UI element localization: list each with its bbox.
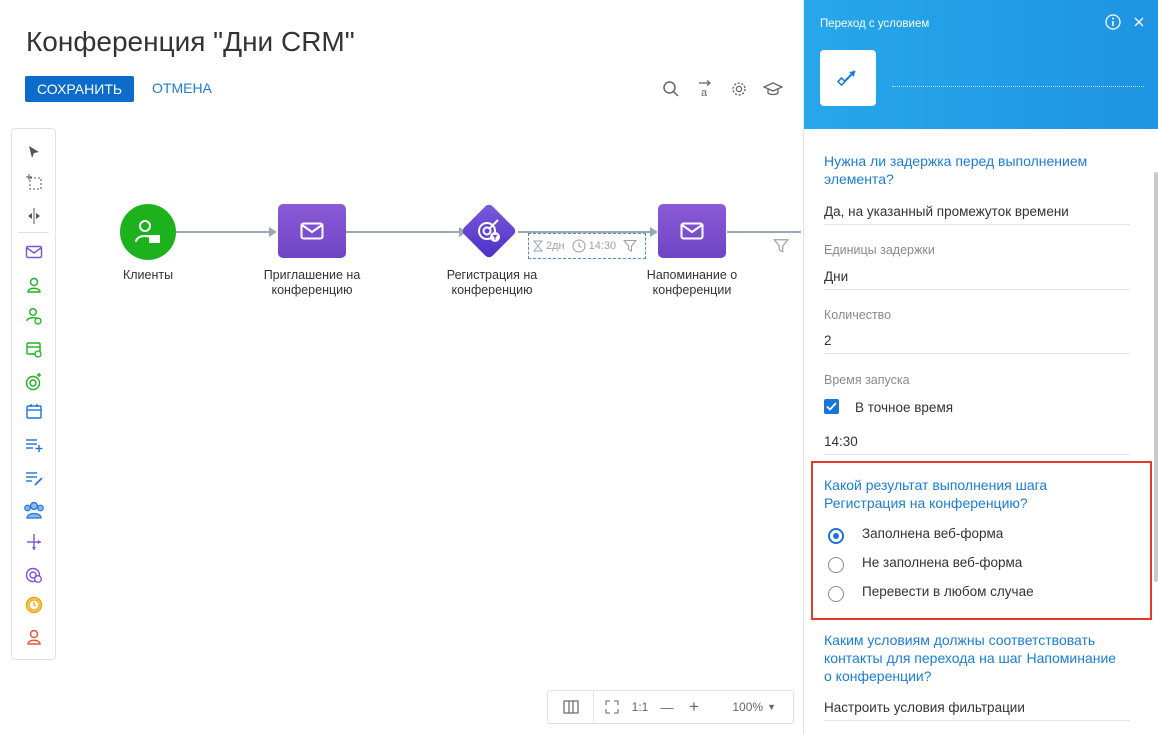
group-element-icon[interactable] bbox=[12, 499, 55, 521]
exact-time-label: В точное время bbox=[855, 400, 954, 415]
time-input[interactable]: 14:30 bbox=[824, 434, 858, 449]
radio-label: Перевести в любом случае bbox=[862, 584, 1034, 599]
modify-data-icon[interactable] bbox=[12, 467, 55, 489]
page-title: Конференция "Дни CRM" bbox=[26, 26, 355, 57]
panel-title: Переход с условием bbox=[820, 18, 930, 30]
split-tool-icon[interactable] bbox=[12, 205, 55, 227]
area-select-tool-icon[interactable] bbox=[12, 171, 55, 193]
settings-gear-icon[interactable] bbox=[728, 78, 750, 100]
node-label-reminder: Напоминание о конференции bbox=[646, 268, 738, 297]
node-label-clients: Клиенты bbox=[122, 268, 174, 282]
zoom-controls: 1:1 — + 100% ▼ bbox=[547, 690, 794, 724]
envelope-icon bbox=[680, 222, 704, 240]
edge-filter-icon[interactable] bbox=[772, 238, 790, 259]
check-icon bbox=[826, 402, 837, 411]
panel-header: Переход с условием bbox=[804, 0, 1158, 129]
flow-edge[interactable] bbox=[176, 231, 272, 233]
filter-conditions-link[interactable]: Настроить условия фильтрации bbox=[824, 700, 1025, 715]
delay-condition-box[interactable]: 2дн 14:30 bbox=[528, 233, 646, 259]
exact-time-checkbox[interactable] bbox=[824, 399, 839, 414]
node-label-invitation: Приглашение на конференцию bbox=[263, 268, 361, 297]
fit-screen-icon[interactable] bbox=[594, 700, 630, 714]
hourglass-icon bbox=[533, 240, 543, 252]
result-question: Какой результат выполнения шага Регистра… bbox=[824, 477, 1048, 511]
units-label: Единицы задержки bbox=[824, 243, 935, 257]
campaign-designer: Конференция "Дни CRM" СОХРАНИТЬ ОТМЕНА a bbox=[0, 0, 1158, 734]
zoom-in-button[interactable]: + bbox=[684, 697, 704, 717]
count-label: Количество bbox=[824, 308, 892, 322]
radio-result-any-case[interactable] bbox=[828, 586, 844, 602]
map-view-icon[interactable] bbox=[548, 691, 594, 723]
conditions-question: Каким условиям должны соответствовать ко… bbox=[824, 632, 1117, 684]
panel-scrollbar[interactable] bbox=[1154, 172, 1158, 582]
audience-exit-icon[interactable] bbox=[12, 305, 55, 327]
node-label-registration: Регистрация на конференцию bbox=[446, 268, 538, 297]
radio-label: Заполнена веб-форма bbox=[862, 526, 1004, 541]
target-filter-icon bbox=[478, 219, 500, 242]
element-name-field[interactable] bbox=[892, 86, 1144, 87]
save-button[interactable]: СОХРАНИТЬ bbox=[25, 76, 135, 102]
flow-edge[interactable] bbox=[727, 231, 801, 233]
delay-select[interactable]: Да, на указанный промежуток времени bbox=[824, 204, 1069, 219]
delay-time: 14:30 bbox=[588, 240, 617, 252]
calendar-element-icon[interactable] bbox=[12, 401, 55, 423]
text-direction-icon[interactable]: a bbox=[694, 78, 716, 100]
radio-result-webform-filled[interactable] bbox=[828, 528, 844, 544]
audience-folder-icon bbox=[135, 220, 160, 243]
academy-cap-icon[interactable] bbox=[762, 78, 784, 100]
timer-element-icon[interactable] bbox=[12, 594, 55, 616]
audience-element-icon[interactable] bbox=[12, 274, 55, 296]
clients-node[interactable] bbox=[120, 204, 176, 260]
clock-icon bbox=[572, 239, 586, 253]
radio-label: Не заполнена веб-форма bbox=[862, 555, 1023, 570]
invitation-email-node[interactable] bbox=[278, 204, 346, 258]
units-select[interactable]: Дни bbox=[824, 269, 848, 284]
edge-arrowhead bbox=[650, 227, 658, 237]
radio-result-webform-not-filled[interactable] bbox=[828, 557, 844, 573]
registration-node[interactable] bbox=[460, 202, 518, 260]
svg-text:a: a bbox=[701, 87, 708, 99]
add-data-icon[interactable] bbox=[12, 434, 55, 456]
info-icon[interactable] bbox=[1105, 14, 1121, 33]
pointer-tool-icon[interactable] bbox=[12, 141, 55, 163]
search-icon[interactable] bbox=[660, 78, 682, 100]
contact-element-icon[interactable] bbox=[12, 626, 55, 648]
branch-element-icon[interactable] bbox=[12, 531, 55, 553]
email-element-icon[interactable] bbox=[12, 241, 55, 263]
cancel-button[interactable]: ОТМЕНА bbox=[152, 80, 212, 96]
zoom-out-button[interactable]: — bbox=[650, 700, 684, 715]
transition-type-tile bbox=[820, 50, 876, 106]
delay-days: 2дн bbox=[546, 240, 565, 252]
chevron-down-icon: ▼ bbox=[767, 702, 776, 712]
close-icon[interactable] bbox=[1133, 14, 1145, 33]
start-time-label: Время запуска bbox=[824, 373, 910, 387]
element-palette bbox=[11, 128, 56, 660]
zoom-level-select[interactable]: 100% ▼ bbox=[704, 700, 784, 714]
conditional-transition-icon bbox=[836, 70, 856, 87]
delay-question: Нужна ли задержка перед выполнением элем… bbox=[824, 153, 1088, 187]
reminder-email-node[interactable] bbox=[658, 204, 726, 258]
envelope-icon bbox=[300, 222, 324, 240]
properties-panel: Переход с условием Нужна ли задержка пер… bbox=[803, 0, 1158, 734]
count-input[interactable]: 2 bbox=[824, 333, 832, 348]
zoom-level-value: 100% bbox=[732, 700, 764, 714]
canvas-toolbar: a bbox=[660, 78, 784, 100]
edge-arrowhead bbox=[269, 227, 277, 237]
event-element-icon[interactable] bbox=[12, 338, 55, 360]
landing-target-icon[interactable] bbox=[12, 371, 55, 393]
flow-edge[interactable] bbox=[346, 231, 462, 233]
actual-size-button[interactable]: 1:1 bbox=[630, 700, 650, 714]
filter-icon bbox=[623, 239, 638, 252]
registration-target-icon[interactable] bbox=[12, 563, 55, 585]
